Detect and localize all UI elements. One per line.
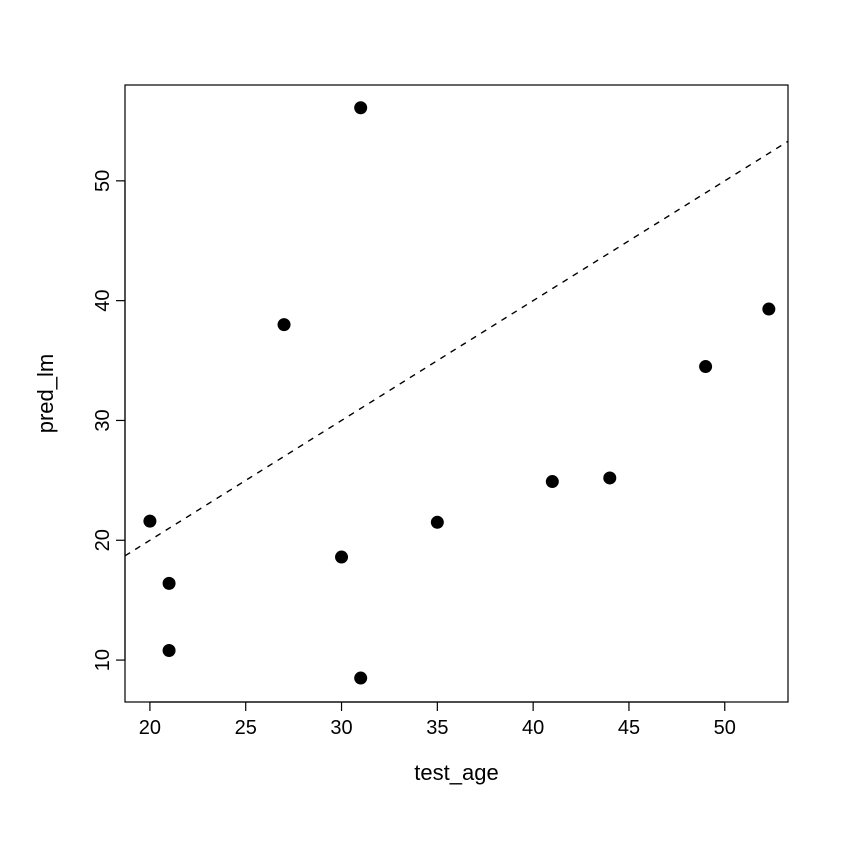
data-point: [699, 360, 712, 373]
data-points: [143, 101, 775, 684]
data-point: [603, 471, 616, 484]
data-point: [354, 101, 367, 114]
data-point: [163, 577, 176, 590]
x-tick-label: 35: [426, 717, 448, 739]
x-tick-label: 50: [714, 717, 736, 739]
y-tick-label: 20: [92, 529, 114, 551]
x-tick-label: 40: [522, 717, 544, 739]
y-axis: 10 20 30 40 50: [92, 170, 125, 671]
x-axis: 20 25 30 35 40 45 50: [139, 702, 736, 739]
y-tick-label: 40: [92, 290, 114, 312]
data-point: [546, 475, 559, 488]
plot-border: [125, 85, 788, 702]
y-tick-label: 30: [92, 409, 114, 431]
x-tick-label: 30: [330, 717, 352, 739]
scatter-plot: 20 25 30 35 40 45 50 10 20 30 40 50 test_age pred_…: [0, 0, 864, 864]
identity-line: [125, 141, 788, 556]
chart-container: 20 25 30 35 40 45 50 10 20 30 40 50 test_age pred_…: [0, 0, 864, 864]
x-tick-label: 45: [618, 717, 640, 739]
data-point: [143, 515, 156, 528]
data-point: [335, 551, 348, 564]
data-point: [163, 644, 176, 657]
data-point: [762, 303, 775, 316]
x-tick-label: 20: [139, 717, 161, 739]
x-axis-label: test_age: [414, 760, 498, 785]
data-point: [278, 318, 291, 331]
y-tick-label: 50: [92, 170, 114, 192]
data-point: [354, 672, 367, 685]
x-tick-label: 25: [235, 717, 257, 739]
y-axis-label: pred_lm: [33, 354, 58, 433]
data-point: [431, 516, 444, 529]
y-tick-label: 10: [92, 649, 114, 671]
